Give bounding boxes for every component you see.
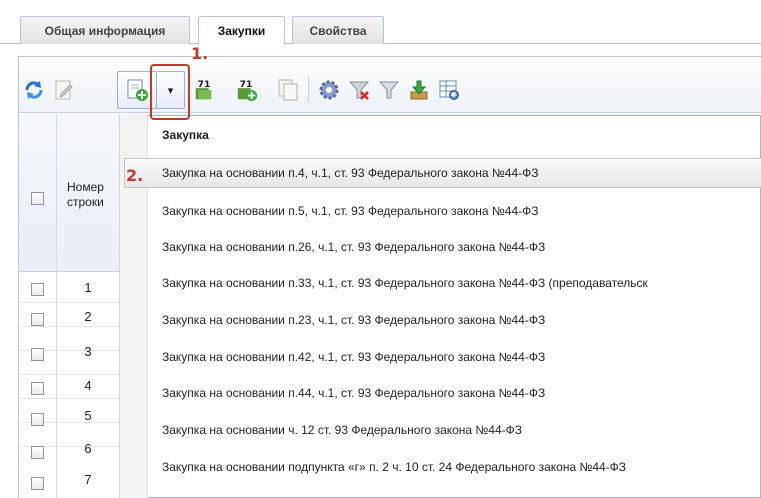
- menu-item-purchase-p42[interactable]: Закупка на основании п.42, ч.1, ст. 93 Ф…: [162, 347, 545, 367]
- row-divider: [19, 398, 119, 399]
- row-checkbox[interactable]: [31, 313, 44, 326]
- row-divider: [19, 326, 119, 327]
- menu-item-purchase-p23[interactable]: Закупка на основании п.23, ч.1, ст. 93 Ф…: [162, 310, 545, 330]
- tab-properties[interactable]: Свойства: [292, 16, 384, 44]
- row-divider: [19, 374, 119, 375]
- row-checkbox[interactable]: [31, 446, 44, 459]
- svg-text:71: 71: [240, 79, 253, 90]
- row-number: 4: [84, 378, 92, 393]
- filter-clear-icon[interactable]: [347, 78, 371, 102]
- number-71-icon[interactable]: 71: [192, 78, 216, 102]
- row-checkbox[interactable]: [31, 477, 44, 490]
- tab-general-info[interactable]: Общая информация: [20, 16, 190, 44]
- table-preview-icon[interactable]: [437, 78, 461, 102]
- row-checkbox[interactable]: [31, 382, 44, 395]
- svg-text:71: 71: [198, 79, 211, 90]
- row-checkbox[interactable]: [31, 348, 44, 361]
- row-divider: [19, 302, 119, 303]
- select-all-checkbox[interactable]: [31, 192, 44, 205]
- column-divider: [56, 114, 57, 498]
- row-number: 2: [84, 309, 92, 324]
- toolbar-separator: [308, 76, 309, 102]
- row-number: 5: [84, 408, 92, 423]
- step2-marker: 2.: [126, 166, 144, 185]
- settings-gear-icon[interactable]: [317, 78, 341, 102]
- copy-doc-icon[interactable]: [276, 78, 300, 102]
- dropdown-arrow-icon: ▾: [167, 84, 174, 97]
- number-71-add-icon[interactable]: 71: [235, 78, 259, 102]
- step1-marker: 1.: [191, 44, 209, 63]
- row-checkbox[interactable]: [31, 283, 44, 296]
- row-number-header-line2: строки: [67, 195, 104, 209]
- row-number: 6: [84, 441, 92, 456]
- menu-item-purchase-p33[interactable]: Закупка на основании п.33, ч.1, ст. 93 Ф…: [162, 273, 648, 293]
- menu-item-purchase-p4[interactable]: Закупка на основании п.4, ч.1, ст. 93 Фе…: [162, 163, 539, 183]
- add-doc-icon: [125, 78, 149, 102]
- menu-item-purchase-subpoint-g[interactable]: Закупка на основании подпункта «г» п. 2 …: [162, 457, 626, 477]
- download-icon[interactable]: [407, 78, 431, 102]
- row-number-header-line1: Номер: [67, 180, 104, 194]
- tab-purchases[interactable]: Закупки: [198, 16, 285, 45]
- row-number: 1: [84, 280, 92, 295]
- row-number: 7: [84, 472, 92, 487]
- refresh-icon[interactable]: [22, 78, 46, 102]
- menu-item-purchase-p26[interactable]: Закупка на основании п.26, ч.1, ст. 93 Ф…: [162, 237, 545, 257]
- add-dropdown-toggle[interactable]: ▾: [157, 71, 185, 109]
- menu-item-purchase-p5[interactable]: Закупка на основании п.5, ч.1, ст. 93 Фе…: [162, 201, 539, 221]
- row-number: 3: [84, 344, 92, 359]
- menu-item-purchase-ch12[interactable]: Закупка на основании ч. 12 ст. 93 Федера…: [162, 420, 522, 440]
- menu-header: Закупка: [162, 128, 209, 142]
- filter-icon[interactable]: [377, 78, 401, 102]
- row-number-header: Номер строки: [67, 180, 117, 210]
- edit-doc-icon[interactable]: [52, 78, 76, 102]
- menu-item-purchase-p44[interactable]: Закупка на основании п.44, ч.1, ст. 93 Ф…: [162, 383, 545, 403]
- row-checkbox[interactable]: [31, 413, 44, 426]
